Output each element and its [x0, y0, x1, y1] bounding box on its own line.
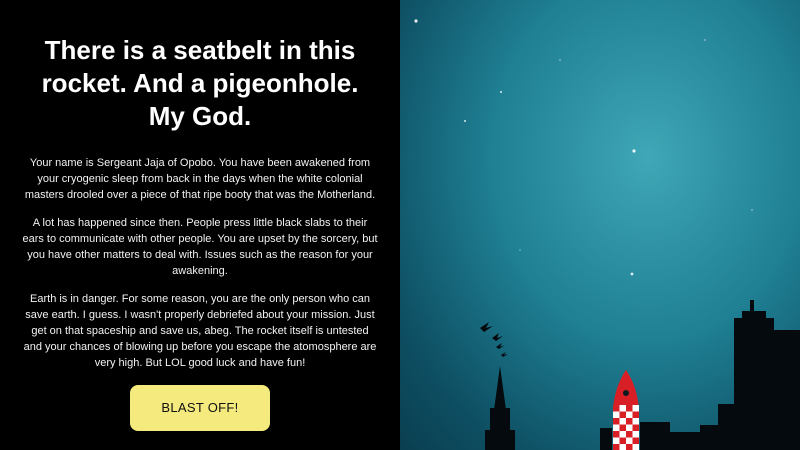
blast-off-button[interactable]: BLAST OFF!: [130, 385, 270, 431]
game-screen: There is a seatbelt in this rocket. And …: [0, 0, 800, 450]
story-title: There is a seatbelt in this rocket. And …: [41, 35, 359, 131]
stars: [414, 19, 753, 276]
church-spire: [485, 366, 515, 450]
story-paragraph-1: Your name is Sergeant Jaja of Opobo. You…: [24, 157, 376, 201]
story-panel: There is a seatbelt in this rocket. And …: [0, 0, 400, 450]
story-paragraph-3: Earth is in danger. For some reason, you…: [23, 293, 377, 369]
story-paragraph-2: A lot has happened since then. People pr…: [22, 217, 378, 277]
rocket: [613, 370, 639, 450]
night-sky-scene: [400, 0, 800, 450]
scene-illustration: [414, 19, 800, 450]
birds: [480, 322, 508, 357]
